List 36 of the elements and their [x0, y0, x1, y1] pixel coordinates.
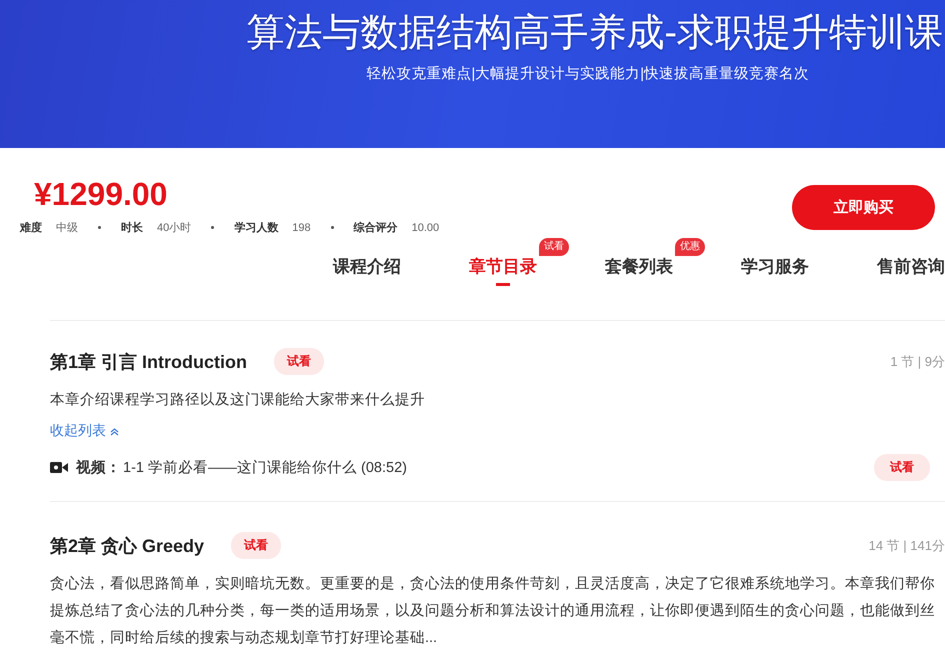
lesson-title[interactable]: 1-1 学前必看——这门课能给你什么 (08:52) [123, 458, 407, 477]
tab[interactable]: 学习服务 [741, 252, 809, 290]
preview-button[interactable]: 试看 [874, 454, 930, 481]
preview-tag: 试看 [274, 348, 324, 375]
preview-tag: 试看 [231, 532, 282, 559]
stat-value: 中级 [56, 221, 78, 235]
tab-badge: 优惠 [675, 238, 705, 256]
chapter-meta: 14 节 | 141分 [868, 536, 945, 554]
stat-label: 学习人数 [234, 220, 278, 235]
tab[interactable]: 章节目录 [469, 252, 537, 290]
course-title: 算法与数据结构高手养成-求职提升特训课 [246, 11, 944, 56]
separator-dot [330, 226, 334, 229]
lesson-type-label: 视频： [76, 458, 121, 477]
stat-value: 198 [292, 222, 311, 234]
separator-dot [211, 226, 214, 229]
buy-now-button[interactable]: 立即购买 [792, 185, 935, 230]
chapter-title: 第1章 引言 Introduction [50, 350, 247, 374]
course-subtitle: 轻松攻克重难点|大幅提升设计与实践能力|快速拔高重量级竞赛名次 [366, 64, 810, 83]
stat-label: 时长 [121, 220, 143, 235]
chapter-title: 第2章 贪心 Greedy [50, 534, 204, 558]
tab-badge: 试看 [539, 238, 569, 256]
stat-value: 40小时 [157, 221, 192, 235]
stat-label: 综合评分 [354, 220, 398, 235]
tab[interactable]: 套餐列表 [605, 252, 673, 290]
separator-dot [98, 226, 101, 229]
tab[interactable]: 课程介绍 [333, 252, 401, 290]
chapter-description: 贪心法，看似思路简单，实则暗坑无数。更重要的是，贪心法的使用条件苛刻，且灵活度高，决定了它很难系统地学习。本章我们帮你提炼总结了贪心法的几种分类，每一类的适用场景，以及问题分析和算法设计的通用流程，让你即便遇到陌生的贪心问题，也能做到丝毫不慌，同时给后续的搜索与动态规划章节打好理论基础... [50, 574, 936, 648]
active-tab-indicator [496, 283, 510, 286]
tab[interactable]: 售前咨询 [877, 252, 945, 290]
price: ¥1299.00 [33, 176, 168, 212]
chapter-meta: 1 节 | 9分 [890, 352, 945, 370]
chapter-description: 本章介绍课程学习路径以及这门课能给大家带来什么提升 [50, 390, 426, 410]
stat-label: 难度 [20, 220, 42, 235]
stat-value: 10.00 [412, 222, 440, 234]
video-camera-icon [50, 461, 68, 474]
collapse-link[interactable]: 收起列表 [50, 420, 945, 440]
